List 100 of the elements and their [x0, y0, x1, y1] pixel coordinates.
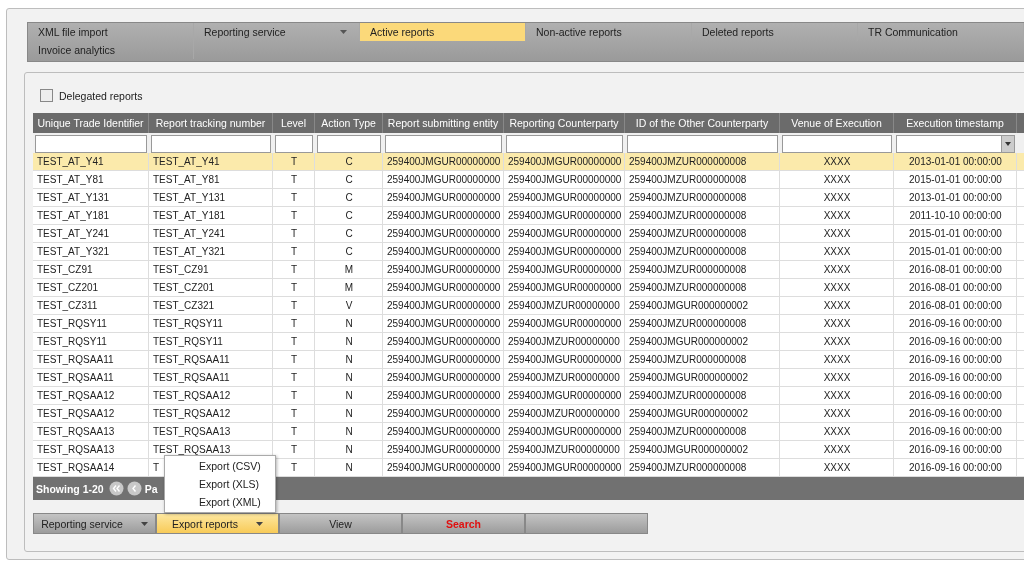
menu-item[interactable]: Export (XML)	[165, 493, 275, 511]
table-cell: 259400JMGUR00000000	[508, 354, 622, 365]
table-cell: T	[290, 300, 298, 311]
table-cell: 259400JMGUR00000000	[387, 264, 501, 275]
table-cell: 259400JMGUR00000000	[387, 246, 501, 257]
table-cell: 259400JMZUR000000008	[629, 192, 747, 203]
caret-icon	[255, 521, 263, 526]
table-cell: T	[290, 354, 298, 365]
table-cell: TEST_AT_Y131	[37, 192, 110, 203]
filter-field[interactable]	[151, 135, 271, 153]
table-cell: XXXX	[823, 264, 851, 275]
table-cell: 259400JMZUR00000000	[508, 408, 620, 419]
table-cell: 259400JMGUR00000000	[387, 192, 501, 203]
table-cell: TEST_AT_Y241	[37, 228, 110, 239]
table-row[interactable]: TEST_AT_Y181 TEST_AT_Y181 T C 259400JMGUR00000000 259400JMGUR00000000 259400JMZUR000000008 XXXX 2011-10-10 00:00:00	[33, 207, 1024, 225]
previous-page-icon[interactable]	[126, 481, 142, 496]
table-row[interactable]: TEST_RQSAA11 TEST_RQSAA11 T N 259400JMGUR00000000 259400JMGUR00000000 259400JMZUR000000008 XXXX 2016-09-16 00:00:00	[33, 351, 1024, 369]
filter-field[interactable]	[506, 135, 623, 153]
checkbox-label: Delegated reports	[59, 89, 143, 102]
table-cell: TEST_AT_Y181	[37, 210, 110, 221]
table-cell: 2016-09-16 00:00:00	[909, 336, 1002, 347]
filter-field[interactable]	[782, 135, 892, 153]
table-cell: TEST_RQSY11	[153, 336, 223, 347]
table-cell: 259400JMGUR00000000	[387, 354, 501, 365]
table-row[interactable]: TEST_CZ311 TEST_CZ321 T V 259400JMGUR00000000 259400JMZUR00000000 259400JMGUR000000002 XXXX 2016-08-01 00:00:00	[33, 297, 1024, 315]
showing-count: Showing 1-20	[36, 482, 104, 495]
table-cell: M	[344, 282, 354, 293]
table-cell: 259400JMGUR00000000	[508, 192, 622, 203]
table-cell: 2016-09-16 00:00:00	[909, 372, 1002, 383]
first-page-icon[interactable]	[108, 481, 124, 496]
table-cell: 259400JMZUR000000008	[629, 264, 747, 275]
table-cell: 259400JMGUR00000000	[508, 210, 622, 221]
table-cell: TEST_AT_Y131	[153, 192, 226, 203]
toolbar-button[interactable]: View	[279, 513, 402, 534]
table-row[interactable]: TEST_CZ91 TEST_CZ91 T M 259400JMGUR00000000 259400JMGUR00000000 259400JMZUR000000008 XXXX 2016-08-01 00:00:00	[33, 261, 1024, 279]
table-row[interactable]: TEST_RQSY11 TEST_RQSY11 T N 259400JMGUR00000000 259400JMZUR00000000 259400JMGUR000000002 XXXX 2016-09-16 00:00:00	[33, 333, 1024, 351]
table-cell: V	[345, 300, 353, 311]
table-row[interactable]: TEST_AT_Y81 TEST_AT_Y81 T C 259400JMGUR00000000 259400JMGUR00000000 259400JMZUR000000008 XXXX 2015-01-01 00:00:00	[33, 171, 1024, 189]
table-cell: 259400JMZUR000000008	[629, 462, 747, 473]
table-cell: 259400JMGUR00000000	[387, 336, 501, 347]
table-row[interactable]: TEST_AT_Y321 TEST_AT_Y321 T C 259400JMGUR00000000 259400JMGUR00000000 259400JMZUR000000008 XXXX 2015-01-01 00:00:00	[33, 243, 1024, 261]
table-cell: N	[345, 426, 353, 437]
table-row[interactable]: TEST_RQSAA12 TEST_RQSAA12 T N 259400JMGUR00000000 259400JMZUR00000000 259400JMGUR000000002 XXXX 2016-09-16 00:00:00	[33, 405, 1024, 423]
filter-field[interactable]	[317, 135, 381, 153]
table-cell: TEST_RQSAA13	[153, 444, 231, 455]
filter-field[interactable]	[275, 135, 313, 153]
table-cell: 2015-01-01 00:00:00	[909, 228, 1002, 239]
table-cell: 259400JMGUR000000002	[629, 372, 748, 383]
table-row[interactable]: TEST_RQSAA12 TEST_RQSAA12 T N 259400JMGUR00000000 259400JMGUR00000000 259400JMZUR000000008 XXXX 2016-09-16 00:00:00	[33, 387, 1024, 405]
toolbar-button[interactable]: Export reports	[156, 513, 279, 534]
table-cell: 2015-01-01 00:00:00	[909, 174, 1002, 185]
table-row[interactable]: TEST_RQSAA11 TEST_RQSAA11 T N 259400JMGUR00000000 259400JMZUR00000000 259400JMGUR000000002 XXXX 2016-09-16 00:00:00	[33, 369, 1024, 387]
table-cell: TEST_AT_Y321	[37, 246, 110, 257]
table-cell: T	[290, 282, 298, 293]
table-cell: T	[153, 462, 160, 473]
table-cell: XXXX	[823, 372, 851, 383]
tab[interactable]: Active reports	[360, 23, 526, 41]
table-cell: C	[345, 156, 353, 167]
filter-field[interactable]	[385, 135, 502, 153]
table-row[interactable]: TEST_RQSAA13 TEST_RQSAA13 T N 259400JMGUR00000000 259400JMGUR00000000 259400JMZUR000000008 XXXX 2016-09-16 00:00:00	[33, 423, 1024, 441]
table-cell: 259400JMZUR000000008	[629, 282, 747, 293]
table-row[interactable]: TEST_AT_Y241 TEST_AT_Y241 T C 259400JMGUR00000000 259400JMGUR00000000 259400JMZUR000000008 XXXX 2015-01-01 00:00:00	[33, 225, 1024, 243]
table-cell: 259400JMZUR000000008	[629, 228, 747, 239]
toolbar-button[interactable]	[525, 513, 648, 534]
tab[interactable]: XML file import	[28, 23, 194, 41]
table-cell: TEST_RQSAA12	[37, 408, 115, 419]
table-row[interactable]: TEST_RQSY11 TEST_RQSY11 T N 259400JMGUR00000000 259400JMGUR00000000 259400JMZUR000000008 XXXX 2016-09-16 00:00:00	[33, 315, 1024, 333]
tab[interactable]: TR Communication	[858, 23, 1024, 41]
table-cell: XXXX	[823, 300, 851, 311]
filter-field[interactable]	[627, 135, 778, 153]
tab[interactable]: Invoice analytics	[28, 41, 194, 59]
table-row[interactable]: TEST_AT_Y41 TEST_AT_Y41 T C 259400JMGUR00000000 259400JMGUR00000000 259400JMZUR000000008 XXXX 2013-01-01 00:00:00	[33, 153, 1024, 171]
toolbar-button[interactable]: Reporting service	[33, 513, 156, 534]
table-cell: TEST_RQSY11	[37, 336, 107, 347]
table-cell: N	[345, 318, 353, 329]
filter-field[interactable]	[35, 135, 147, 153]
table-cell: T	[290, 390, 298, 401]
table-cell: TEST_CZ201	[153, 282, 215, 293]
table-cell: XXXX	[823, 408, 851, 419]
table-cell: 259400JMGUR000000002	[629, 300, 748, 311]
table-row[interactable]: TEST_CZ201 TEST_CZ201 T M 259400JMGUR00000000 259400JMGUR00000000 259400JMZUR000000008 XXXX 2016-08-01 00:00:00	[33, 279, 1024, 297]
table-row[interactable]: TEST_AT_Y131 TEST_AT_Y131 T C 259400JMGUR00000000 259400JMGUR00000000 259400JMZUR000000008 XXXX 2013-01-01 00:00:00	[33, 189, 1024, 207]
menu-item[interactable]: Export (XLS)	[165, 475, 275, 493]
table-cell: XXXX	[823, 228, 851, 239]
table-cell: XXXX	[823, 462, 851, 473]
table-cell: 259400JMZUR00000000	[508, 300, 620, 311]
table-cell: 259400JMGUR00000000	[387, 156, 501, 167]
menu-item[interactable]: Export (CSV)	[165, 457, 275, 475]
table-cell: TEST_AT_Y41	[37, 156, 104, 167]
filter-dropdown[interactable]	[896, 135, 1015, 153]
table-cell: TEST_RQSAA12	[153, 390, 231, 401]
table-cell: TEST_CZ91	[37, 264, 93, 275]
tab[interactable]: Non-active reports	[526, 23, 692, 41]
tab[interactable]: Deleted reports	[692, 23, 858, 41]
table-cell: 259400JMZUR000000008	[629, 390, 747, 401]
checkbox[interactable]	[40, 89, 53, 102]
table-cell: 259400JMGUR00000000	[508, 264, 622, 275]
table-cell: N	[345, 354, 353, 365]
table-cell: XXXX	[823, 246, 851, 257]
table-cell: TEST_RQSAA11	[153, 354, 230, 365]
